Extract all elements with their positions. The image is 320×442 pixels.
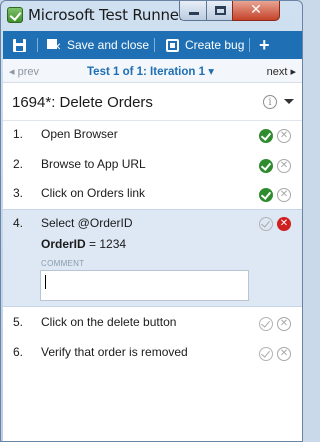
comment-input[interactable] [40, 270, 249, 301]
pass-outline-icon[interactable] [259, 217, 273, 231]
window-title: Microsoft Test Runner - [28, 6, 188, 24]
save-icon [13, 38, 26, 52]
fail-outline-icon[interactable]: ✕ [277, 347, 291, 361]
fail-outline-icon[interactable]: ✕ [277, 159, 291, 173]
pass-icon[interactable] [259, 159, 273, 173]
fail-outline-icon[interactable]: ✕ [277, 188, 291, 202]
step-text: Click on the delete button [41, 315, 177, 329]
minimize-icon [189, 12, 199, 15]
chevron-down-icon[interactable] [284, 99, 294, 104]
test-steps-list: 1. Open Browser ✕ 2. Browse to App URL ✕… [3, 121, 302, 441]
step-text: Click on Orders link [41, 186, 146, 200]
iteration-pager: ◂ prev Test 1 of 1: Iteration 1 ▾ next ▸ [3, 59, 302, 83]
save-and-close-button[interactable]: ✕ Save and close [47, 31, 149, 59]
pass-outline-icon[interactable] [259, 347, 273, 361]
toolbar-divider [37, 38, 38, 52]
save-button[interactable] [13, 31, 26, 59]
add-button[interactable]: + [259, 31, 270, 59]
close-button[interactable]: ✕ [232, 1, 280, 21]
save-and-close-icon: ✕ [47, 38, 61, 52]
next-link[interactable]: next ▸ [267, 65, 296, 78]
minimize-button[interactable] [179, 1, 207, 21]
step-text: Select @OrderID [41, 216, 133, 230]
close-icon: ✕ [250, 1, 262, 17]
save-and-close-label: Save and close [67, 38, 150, 52]
text-cursor [45, 275, 46, 289]
pass-icon[interactable] [259, 188, 273, 202]
pass-outline-icon[interactable] [259, 317, 273, 331]
step-row[interactable]: 2. Browse to App URL ✕ [3, 157, 302, 179]
comment-label: COMMENT [41, 259, 85, 268]
step-parameter: OrderID = 1234 [41, 237, 126, 251]
step-row[interactable]: 6. Verify that order is removed ✕ [3, 345, 302, 367]
toolbar-divider [154, 38, 155, 52]
add-icon: + [259, 34, 270, 55]
toolbar-divider [249, 38, 250, 52]
step-number: 4. [13, 216, 24, 230]
create-bug-icon [166, 38, 179, 52]
test-runner-app-icon [7, 7, 23, 23]
step-row-active[interactable]: 4. Select @OrderID ✕ OrderID = 1234 COMM… [3, 209, 302, 307]
test-runner-window: Microsoft Test Runner - ✕ ✕ Save and clo… [0, 0, 303, 442]
title-bar[interactable]: Microsoft Test Runner - ✕ [1, 1, 302, 29]
step-row[interactable]: 5. Click on the delete button ✕ [3, 315, 302, 337]
test-case-header: 1694*: Delete Orders i [3, 83, 302, 121]
step-number: 2. [13, 157, 24, 171]
fail-outline-icon[interactable]: ✕ [277, 317, 291, 331]
maximize-button[interactable] [206, 1, 233, 21]
maximize-icon [215, 6, 226, 15]
step-number: 3. [13, 186, 24, 200]
step-number: 6. [13, 345, 24, 359]
create-bug-label: Create bug [185, 38, 245, 52]
toolbar: ✕ Save and close Create bug + [3, 31, 302, 59]
iteration-dropdown[interactable]: Test 1 of 1: Iteration 1 ▾ [87, 64, 214, 78]
parameter-name: OrderID [41, 237, 86, 251]
step-text: Open Browser [41, 127, 118, 141]
step-text: Browse to App URL [41, 157, 146, 171]
fail-outline-icon[interactable]: ✕ [277, 129, 291, 143]
fail-icon[interactable]: ✕ [277, 217, 291, 231]
create-bug-button[interactable]: Create bug [166, 31, 244, 59]
pass-icon[interactable] [259, 129, 273, 143]
step-number: 5. [13, 315, 24, 329]
step-row[interactable]: 3. Click on Orders link ✕ [3, 186, 302, 208]
step-text: Verify that order is removed [41, 345, 188, 359]
prev-link[interactable]: ◂ prev [9, 65, 39, 78]
parameter-value: = 1234 [89, 237, 127, 251]
test-case-title: 1694*: Delete Orders [12, 94, 153, 111]
step-number: 1. [13, 127, 24, 141]
step-row[interactable]: 1. Open Browser ✕ [3, 127, 302, 149]
info-icon[interactable]: i [263, 95, 277, 109]
